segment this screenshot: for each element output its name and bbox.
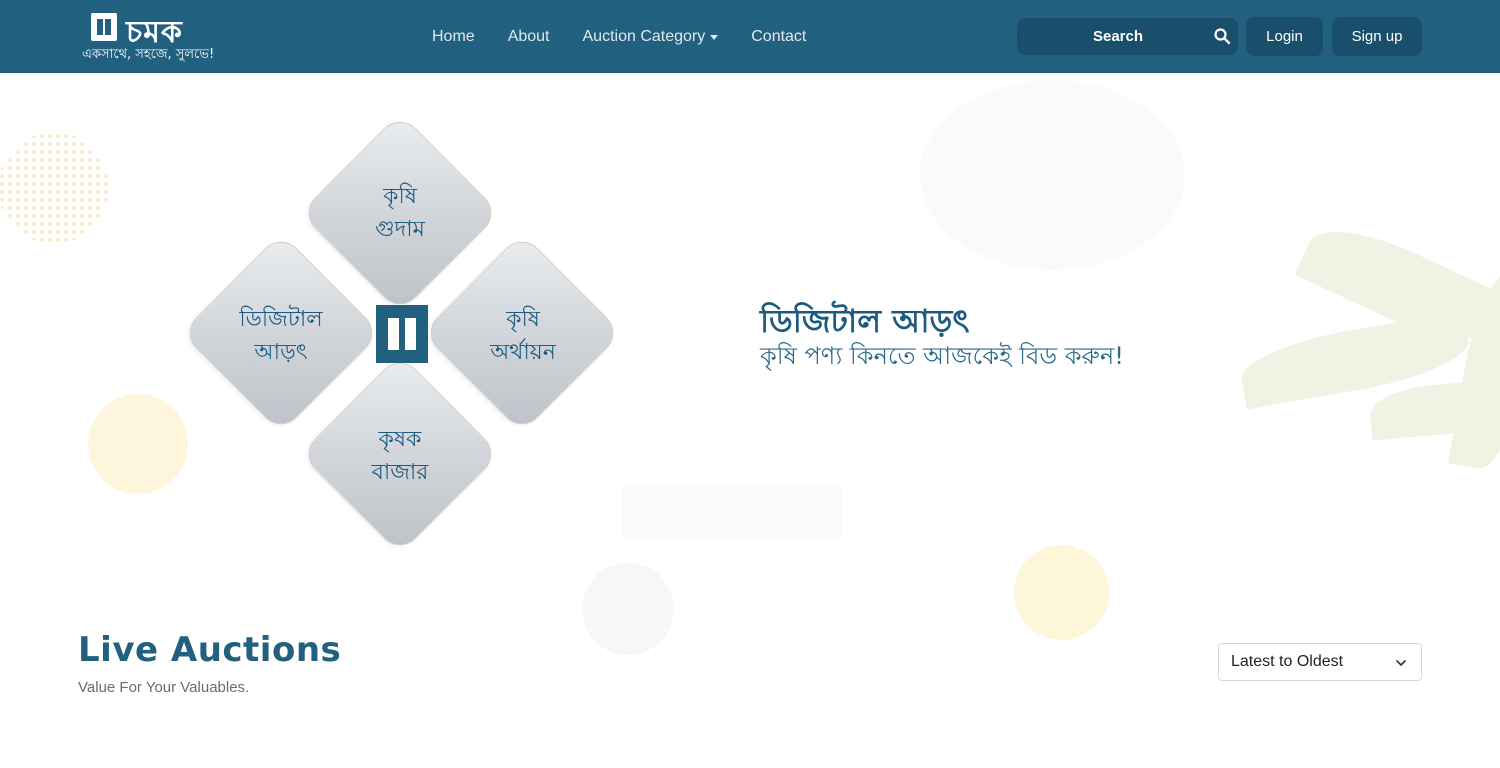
top-navbar: চমক একসাথে, সহজে, সুলভে! Home About Auct…	[0, 0, 1500, 73]
search-icon[interactable]	[1213, 27, 1231, 45]
center-logo-icon	[376, 305, 428, 363]
section-subtitle: Value For Your Valuables.	[78, 679, 250, 696]
nav-auction-category[interactable]: Auction Category	[583, 26, 719, 48]
tile-krishi-gudam-label: কৃষি গুদাম	[330, 180, 470, 246]
sort-select[interactable]: Latest to Oldest	[1218, 643, 1422, 681]
search-box	[1017, 18, 1238, 55]
brand-logo-icon	[91, 13, 117, 41]
main-nav: Home About Auction Category Contact	[432, 26, 839, 48]
nav-about[interactable]: About	[508, 26, 550, 48]
tile-label-line: বাজার	[371, 460, 429, 485]
dotted-circle-decoration	[0, 132, 108, 244]
brand-logo-link[interactable]: চমক একসাথে, সহজে, সুলভে!	[82, 8, 232, 68]
tile-label-line: কৃষক	[378, 427, 422, 452]
tile-label-line: ডিজিটাল	[239, 307, 323, 332]
gray-block-decoration	[622, 482, 842, 538]
tile-label-line: কৃষি	[506, 307, 540, 332]
tile-label-line: অর্থায়ন	[490, 340, 556, 365]
hero-subtitle: কৃষি পণ্য কিনতে আজকেই বিড করুন!	[760, 342, 1124, 370]
nav-contact[interactable]: Contact	[751, 26, 806, 48]
tile-digital-arot-label: ডিজিটাল আড়ৎ	[211, 303, 351, 369]
tile-label-line: গুদাম	[375, 217, 425, 242]
login-button[interactable]: Login	[1246, 17, 1323, 56]
signup-button[interactable]: Sign up	[1332, 17, 1422, 56]
yellow-circle-decoration	[1014, 545, 1109, 640]
brand-tagline: একসাথে, সহজে, সুলভে!	[82, 47, 215, 62]
gray-circle-decoration	[582, 563, 674, 655]
caret-down-icon	[710, 34, 719, 40]
sort-selected-value: Latest to Oldest	[1231, 653, 1344, 670]
chevron-down-icon	[1396, 660, 1406, 666]
tile-label-line: আড়ৎ	[254, 340, 308, 365]
tile-label-line: কৃষি	[383, 184, 417, 209]
section-title: Live Auctions	[78, 630, 342, 670]
gray-circle-decoration	[920, 80, 1185, 270]
nav-auction-category-label: Auction Category	[582, 28, 706, 45]
tile-krishi-orthayon-label: কৃষি অর্থায়ন	[453, 303, 593, 369]
yellow-circle-decoration	[88, 394, 188, 494]
nav-home[interactable]: Home	[432, 26, 475, 48]
search-input[interactable]	[1017, 18, 1207, 55]
tile-krishok-bazar-label: কৃষক বাজার	[330, 423, 470, 489]
